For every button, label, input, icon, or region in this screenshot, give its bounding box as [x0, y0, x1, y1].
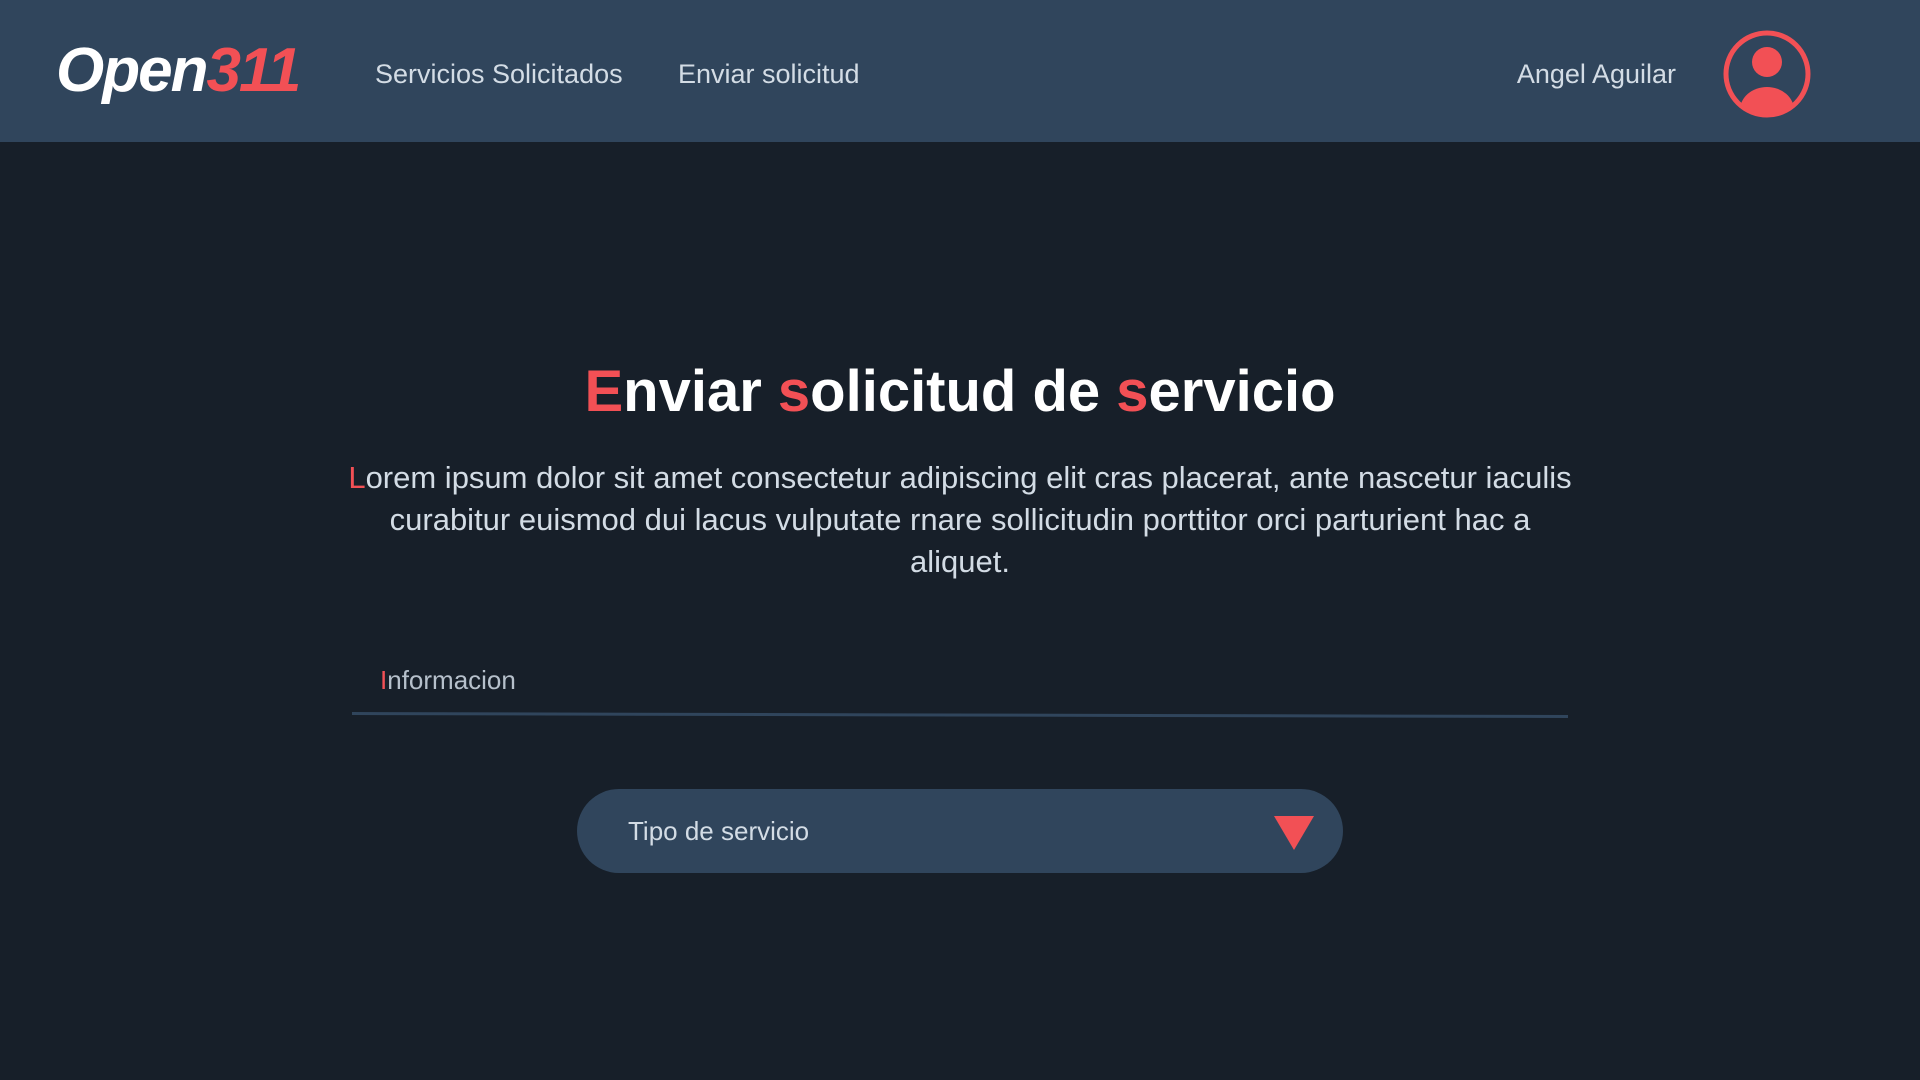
informacion-placeholder-text: nformacion	[387, 665, 516, 695]
nav-link-enviar-solicitud[interactable]: Enviar solicitud	[678, 57, 860, 91]
page-description: Lorem ipsum dolor sit amet consectetur a…	[340, 457, 1580, 583]
user-circle-icon[interactable]	[1723, 30, 1811, 118]
service-type-placeholder: Tipo de servicio	[628, 816, 810, 846]
title-segment-4: olicitud de	[810, 359, 1117, 424]
title-segment-5: s	[1116, 359, 1149, 424]
description-first-letter: L	[348, 460, 366, 495]
informacion-input[interactable]: Informacion	[352, 651, 1568, 723]
description-text: orem ipsum dolor sit amet consectetur ad…	[365, 460, 1572, 579]
title-segment-3: s	[777, 359, 811, 424]
logo-text-open: Open	[56, 36, 208, 105]
service-type-select[interactable]: Tipo de servicio	[577, 789, 1343, 873]
informacion-placeholder: Informacion	[380, 664, 516, 696]
open311-logo[interactable]: Open311	[56, 36, 301, 106]
input-underline	[352, 712, 1568, 718]
page-title: Enviar solicitud de servicio	[0, 357, 1920, 427]
nav-link-servicios-solicitados[interactable]: Servicios Solicitados	[375, 57, 623, 91]
title-segment-1: E	[584, 359, 624, 424]
user-name[interactable]: Angel Aguilar	[1517, 57, 1676, 91]
title-segment-2: nviar	[623, 359, 778, 424]
top-navbar: Open311 Servicios Solicitados Enviar sol…	[0, 0, 1920, 142]
triangle-down-icon[interactable]	[1274, 816, 1314, 850]
logo-text-311: 311	[206, 36, 301, 105]
title-segment-6: ervicio	[1148, 359, 1336, 424]
